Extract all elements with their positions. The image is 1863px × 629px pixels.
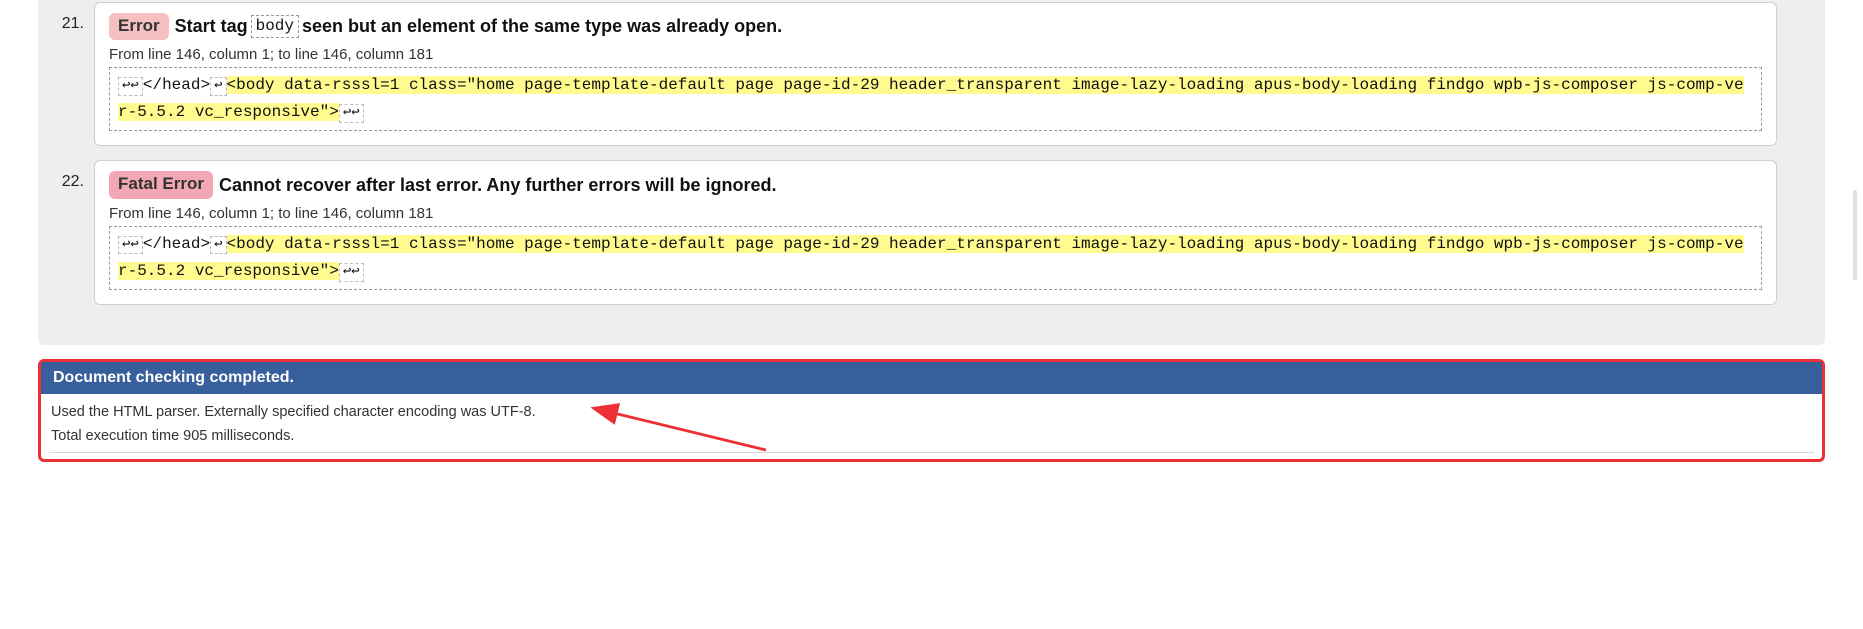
errors-list: 21. Error Start tag body seen but an ele… [38,0,1825,345]
newline-icon: ↩ [210,77,226,96]
newline-icon: ↩↩ [339,263,364,282]
error-card: Error Start tag body seen but an element… [94,2,1777,146]
newline-icon: ↩↩ [339,104,364,123]
error-card: Fatal Error Cannot recover after last er… [94,160,1777,304]
error-title: Start tag body seen but an element of th… [175,15,783,38]
newline-icon: ↩ [210,236,226,255]
error-number: 21. [38,0,94,33]
error-header: Fatal Error Cannot recover after last er… [109,171,1762,198]
tag-name: body [251,15,299,38]
parser-info: Used the HTML parser. Externally specifi… [51,404,1812,420]
title-post: seen but an element of the same type was… [302,16,782,37]
error-header: Error Start tag body seen but an element… [109,13,1762,40]
error-location: From line 146, column 1; to line 146, co… [109,46,1762,63]
scrollbar-thumb[interactable] [1853,190,1857,280]
code-pre: </head> [143,76,210,94]
completion-section: Document checking completed. Used the HT… [38,359,1825,462]
newline-icon: ↩↩ [118,236,143,255]
completion-heading: Document checking completed. [41,362,1822,394]
error-number: 22. [38,158,94,191]
newline-icon: ↩↩ [118,77,143,96]
error-item: 22. Fatal Error Cannot recover after las… [38,158,1825,316]
error-extract: ↩↩</head>↩<body data-rsssl=1 class="home… [109,67,1762,131]
title-post: Cannot recover after last error. Any fur… [219,175,776,196]
error-title: Cannot recover after last error. Any fur… [219,175,776,196]
title-pre: Start tag [175,16,248,37]
error-extract: ↩↩</head>↩<body data-rsssl=1 class="home… [109,226,1762,290]
error-location: From line 146, column 1; to line 146, co… [109,205,1762,222]
fatal-error-badge: Fatal Error [109,171,213,198]
error-badge: Error [109,13,169,40]
timing-info: Total execution time 905 milliseconds. [51,428,1812,444]
divider [49,452,1814,453]
code-pre: </head> [143,235,210,253]
completion-info: Used the HTML parser. Externally specifi… [41,394,1822,444]
error-item: 21. Error Start tag body seen but an ele… [38,0,1825,158]
